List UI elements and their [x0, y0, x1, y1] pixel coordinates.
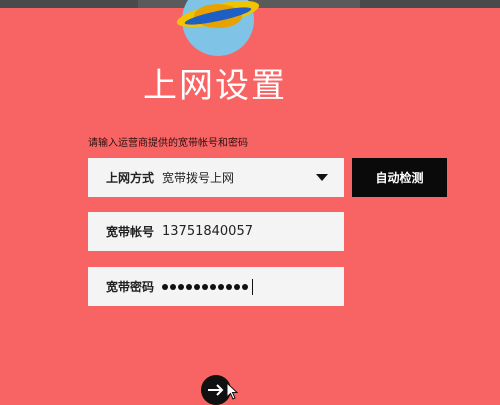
- form-instruction: 请输入运营商提供的宽带帐号和密码: [88, 138, 248, 149]
- password-mask-dot: [234, 283, 240, 290]
- account-field[interactable]: 宽带帐号 13751840057: [88, 212, 344, 251]
- password-mask-dot: [170, 283, 176, 290]
- password-input[interactable]: [162, 278, 344, 295]
- password-mask-dot: [218, 283, 224, 290]
- text-caret: [252, 278, 253, 295]
- password-mask-dot: [178, 283, 184, 290]
- password-mask-dot: [242, 283, 248, 290]
- password-mask-dot: [194, 283, 200, 290]
- connection-type-value: 宽带拨号上网: [162, 171, 235, 185]
- password-mask-dot: [210, 283, 216, 290]
- password-mask-dot: [186, 283, 192, 290]
- page-title: 上网设置: [143, 66, 287, 106]
- connection-type-label: 上网方式: [106, 171, 155, 185]
- arrow-right-icon: [208, 384, 224, 396]
- auto-detect-button[interactable]: 自动检测: [352, 158, 447, 197]
- password-mask-dot: [226, 283, 232, 290]
- password-mask-dot: [202, 283, 208, 290]
- chevron-down-icon[interactable]: [316, 174, 328, 181]
- password-field[interactable]: 宽带密码: [88, 267, 344, 306]
- password-label: 宽带密码: [106, 280, 155, 294]
- planet-logo-icon: [176, 0, 260, 56]
- account-label: 宽带帐号: [106, 225, 155, 239]
- connection-type-select[interactable]: 上网方式 宽带拨号上网: [88, 158, 344, 197]
- mouse-pointer-icon: [226, 382, 239, 400]
- account-input[interactable]: 13751840057: [162, 224, 344, 239]
- password-mask-dot: [162, 283, 168, 290]
